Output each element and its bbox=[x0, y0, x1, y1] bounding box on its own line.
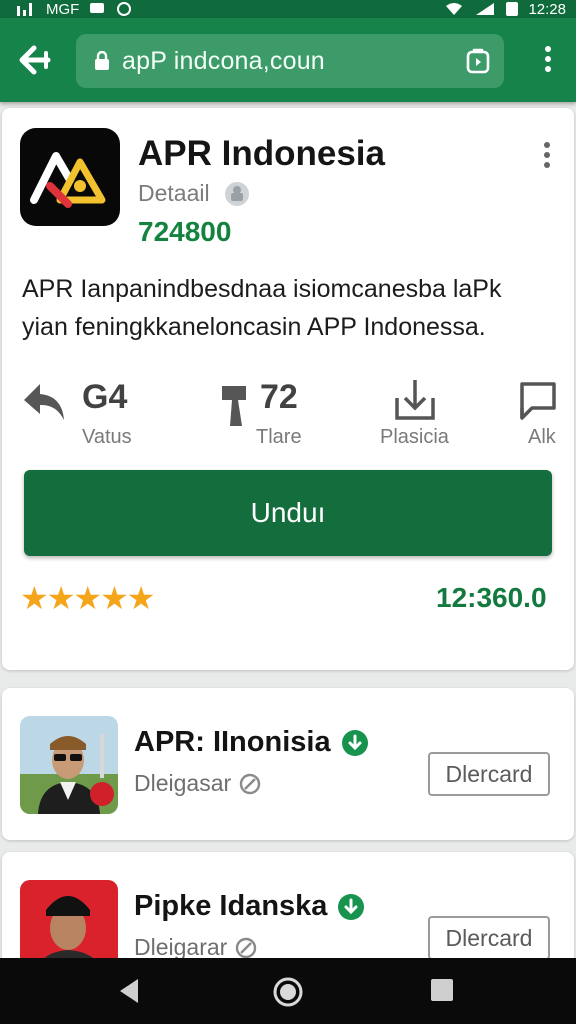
globe-icon bbox=[236, 937, 257, 958]
nav-home-icon[interactable] bbox=[272, 976, 304, 1008]
wifi-icon bbox=[446, 3, 463, 15]
card-overflow-icon[interactable] bbox=[542, 142, 552, 172]
signal-chart-icon bbox=[17, 3, 32, 16]
tab-switcher-icon[interactable] bbox=[466, 48, 490, 74]
download-card-button[interactable]: Dlercard bbox=[428, 752, 550, 796]
app-thumbnail bbox=[20, 716, 118, 814]
share-icon bbox=[24, 384, 64, 420]
nav-back-icon[interactable] bbox=[116, 976, 142, 1006]
star-icon: ★ bbox=[46, 580, 76, 616]
star-icon: ★ bbox=[126, 580, 156, 616]
star-icon: ★ bbox=[100, 580, 129, 616]
stat-label: Tlare bbox=[256, 426, 302, 448]
stats-row: G4 Vatus 72 Tlare Plasicia Alk bbox=[2, 376, 574, 456]
app-id-number: 724800 bbox=[138, 216, 232, 247]
thumb-icon bbox=[222, 386, 246, 426]
app-detail-card: APR Indonesia Detaail 724800 APR Ianpani… bbox=[2, 108, 574, 670]
globe-icon bbox=[239, 773, 261, 794]
list-item-subtitle-row: Dleigarar bbox=[134, 934, 257, 961]
nav-recents-icon[interactable] bbox=[430, 978, 454, 1004]
list-item-title: Pipke Idanska bbox=[134, 890, 328, 922]
lock-icon bbox=[95, 51, 109, 70]
stat-label: Alk bbox=[528, 426, 556, 448]
notification-icon bbox=[90, 3, 105, 13]
url-text: apP indcona,coun bbox=[122, 46, 325, 75]
download-button[interactable]: Unduı bbox=[24, 470, 552, 556]
chat-icon bbox=[520, 382, 556, 420]
stat-value: 72 bbox=[260, 378, 298, 416]
app-subtitle: Detaail bbox=[138, 180, 210, 206]
app-description: APR Ianpanindbesdnaa isiomcanesba laPk y… bbox=[22, 275, 502, 341]
list-item-subtitle: Dleigarar bbox=[134, 934, 228, 960]
verified-check-icon bbox=[338, 893, 365, 920]
cell-signal-icon bbox=[476, 3, 495, 15]
developer-badge-icon bbox=[224, 181, 249, 206]
url-bar[interactable]: apP indcona,coun bbox=[76, 34, 504, 88]
app-title: APR Indonesia bbox=[138, 134, 385, 173]
stat-label: Plasicia bbox=[380, 426, 449, 448]
browser-toolbar: apP indcona,coun bbox=[0, 18, 576, 102]
app-subtitle-row: Detaail bbox=[138, 180, 250, 207]
stat-value: G4 bbox=[82, 378, 128, 416]
list-item-title: APR: IInonisia bbox=[134, 726, 331, 758]
star-icon: ★ bbox=[73, 580, 103, 616]
download-icon bbox=[395, 380, 435, 420]
app-logo-icon bbox=[20, 128, 120, 226]
list-item-subtitle: Dleigasar bbox=[134, 770, 232, 796]
status-time: 12:28 bbox=[528, 0, 566, 18]
status-bar: MGF 12:28 bbox=[0, 0, 576, 18]
list-item[interactable]: APR: IInonisia Dleigasar Dlercard bbox=[2, 688, 574, 840]
sync-icon bbox=[117, 2, 132, 16]
system-nav-bar bbox=[0, 958, 576, 1024]
overflow-menu-icon[interactable] bbox=[538, 46, 558, 76]
download-card-button[interactable]: Dlercard bbox=[428, 916, 550, 960]
star-icon: ★ bbox=[20, 580, 49, 616]
list-item-title-row: APR: IInonisia bbox=[134, 726, 369, 759]
list-item-subtitle-row: Dleigasar bbox=[134, 770, 261, 797]
list-item-title-row: Pipke Idanska bbox=[134, 890, 365, 923]
status-carrier-text: MGF bbox=[46, 0, 80, 18]
back-arrow-icon[interactable] bbox=[18, 44, 52, 76]
stat-label: Vatus bbox=[82, 426, 132, 448]
battery-icon bbox=[506, 2, 519, 16]
rating-count: 12:360.0 bbox=[436, 582, 547, 613]
rating-stars: ★ ★ ★ ★ ★ bbox=[20, 580, 156, 616]
verified-check-icon bbox=[341, 729, 368, 756]
